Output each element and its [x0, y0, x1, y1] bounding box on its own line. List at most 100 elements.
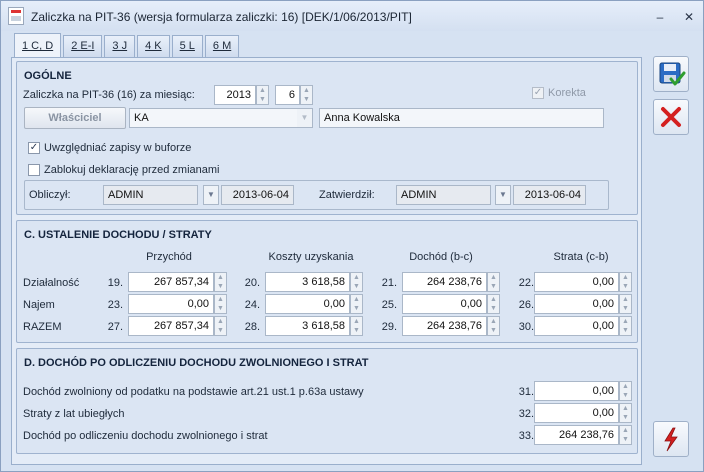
value-spinner[interactable]: ▲ ▼	[487, 316, 500, 336]
approved-date-field[interactable]: 2013-06-04	[513, 185, 586, 205]
tab-2-e-i[interactable]: 2 E-I	[63, 35, 103, 57]
field-number: 23.	[107, 299, 123, 311]
save-button[interactable]	[653, 56, 689, 92]
year-input[interactable]: 2013	[214, 85, 256, 105]
field-number: 30.	[518, 321, 534, 333]
row-label-net-income: Dochód po odliczeniu dochodu zwolnionego…	[23, 430, 268, 442]
header-strata: Strata (c-b)	[553, 251, 609, 263]
dochod-razem[interactable]: 264 238,76	[402, 316, 487, 336]
koszty-dzialalnosc[interactable]: 3 618,58	[265, 272, 350, 292]
value-spinner[interactable]: ▲ ▼	[214, 294, 227, 314]
value-spinner[interactable]: ▲ ▼	[619, 294, 632, 314]
dochod-najem[interactable]: 0,00	[402, 294, 487, 314]
row-label-prior-losses: Straty z lat ubiegłych	[23, 408, 125, 420]
cancel-icon	[661, 107, 681, 127]
field-number: 29.	[381, 321, 397, 333]
save-icon	[659, 62, 686, 86]
value-spinner[interactable]: ▲ ▼	[350, 272, 363, 292]
owner-button[interactable]: Właściciel	[24, 107, 126, 129]
minimize-button[interactable]: –	[653, 10, 667, 24]
calculated-dropdown-icon[interactable]: ▼	[203, 185, 219, 205]
owner-name-field: Anna Kowalska	[319, 108, 604, 128]
calculate-button[interactable]	[653, 421, 689, 457]
month-spinner[interactable]: ▲ ▼	[300, 85, 313, 105]
general-section: OGÓLNE Zaliczka na PIT-36 (16) za miesią…	[16, 61, 638, 215]
przychod-razem[interactable]: 267 857,34	[128, 316, 214, 336]
tab-6-m[interactable]: 6 M	[204, 35, 240, 57]
dialog-window: Zaliczka na PIT-36 (wersja formularza za…	[0, 0, 704, 472]
prior-losses-field[interactable]: 0,00	[534, 403, 619, 423]
korekta-label: Korekta	[548, 87, 586, 99]
strata-dzialalnosc[interactable]: 0,00	[534, 272, 619, 292]
owner-dropdown-icon[interactable]: ▼	[297, 108, 313, 128]
field-number: 19.	[107, 277, 123, 289]
section-d: D. DOCHÓD PO ODLICZENIU DOCHODU ZWOLNION…	[16, 348, 638, 454]
field-number: 26.	[518, 299, 534, 311]
value-spinner[interactable]: ▲ ▼	[487, 294, 500, 314]
calculated-date-field[interactable]: 2013-06-04	[221, 185, 294, 205]
buffer-checkbox[interactable]: ✓	[28, 142, 40, 154]
strata-najem[interactable]: 0,00	[534, 294, 619, 314]
calculated-label: Obliczył:	[29, 189, 71, 201]
value-spinner[interactable]: ▲ ▼	[619, 403, 632, 423]
field-number: 22.	[518, 277, 534, 289]
row-label-dzialalnosc: Działalność	[23, 277, 80, 289]
tab-1-c-d[interactable]: 1 C, D	[14, 33, 62, 57]
net-income-field[interactable]: 264 238,76	[534, 425, 619, 445]
header-koszty: Koszty uzyskania	[268, 251, 354, 263]
header-dochod: Dochód (b-c)	[409, 251, 473, 263]
month-label: Zaliczka na PIT-36 (16) za miesiąc:	[23, 89, 195, 101]
field-number: 32.	[518, 408, 534, 420]
calculated-user-field[interactable]: ADMIN	[103, 185, 198, 205]
value-spinner[interactable]: ▲ ▼	[487, 272, 500, 292]
title-bar[interactable]: Zaliczka na PIT-36 (wersja formularza za…	[1, 1, 703, 31]
field-number: 21.	[381, 277, 397, 289]
approved-dropdown-icon[interactable]: ▼	[495, 185, 511, 205]
tab-strip: 1 C, D 2 E-I 3 J 4 K 5 L 6 M	[14, 33, 241, 57]
value-spinner[interactable]: ▲ ▼	[619, 381, 632, 401]
year-spinner[interactable]: ▲ ▼	[256, 85, 269, 105]
section-c-heading: C. USTALENIE DOCHODU / STRATY	[24, 229, 212, 241]
value-spinner[interactable]: ▲ ▼	[619, 425, 632, 445]
section-d-heading: D. DOCHÓD PO ODLICZENIU DOCHODU ZWOLNION…	[24, 357, 369, 369]
field-number: 31.	[518, 386, 534, 398]
approved-user-field[interactable]: ADMIN	[396, 185, 491, 205]
value-spinner[interactable]: ▲ ▼	[350, 316, 363, 336]
general-heading: OGÓLNE	[24, 70, 72, 82]
row-label-exempt-income: Dochód zwolniony od podatku na podstawie…	[23, 386, 364, 398]
lock-label: Zablokuj deklarację przed zmianami	[44, 164, 220, 176]
window-title: Zaliczka na PIT-36 (wersja formularza za…	[31, 10, 412, 24]
row-label-najem: Najem	[23, 299, 55, 311]
tab-4-k[interactable]: 4 K	[137, 35, 170, 57]
przychod-najem[interactable]: 0,00	[128, 294, 214, 314]
section-c: C. USTALENIE DOCHODU / STRATY Przychód K…	[16, 220, 638, 343]
dochod-dzialalnosc[interactable]: 264 238,76	[402, 272, 487, 292]
month-input[interactable]: 6	[275, 85, 300, 105]
korekta-checkbox[interactable]: ✓	[532, 87, 544, 99]
koszty-razem[interactable]: 3 618,58	[265, 316, 350, 336]
close-button[interactable]: ✕	[682, 10, 696, 24]
field-number: 27.	[107, 321, 123, 333]
strata-razem[interactable]: 0,00	[534, 316, 619, 336]
owner-code-select[interactable]: KA	[129, 108, 301, 128]
buffer-label: Uwzględniać zapisy w buforze	[44, 142, 192, 154]
tab-5-l[interactable]: 5 L	[171, 35, 203, 57]
przychod-dzialalnosc[interactable]: 267 857,34	[128, 272, 214, 292]
field-number: 28.	[244, 321, 260, 333]
app-icon	[8, 7, 24, 25]
lock-checkbox[interactable]	[28, 164, 40, 176]
value-spinner[interactable]: ▲ ▼	[619, 316, 632, 336]
field-number: 25.	[381, 299, 397, 311]
value-spinner[interactable]: ▲ ▼	[214, 272, 227, 292]
tab-3-j[interactable]: 3 J	[104, 35, 136, 57]
approved-label: Zatwierdził:	[319, 189, 375, 201]
value-spinner[interactable]: ▲ ▼	[214, 316, 227, 336]
koszty-najem[interactable]: 0,00	[265, 294, 350, 314]
row-label-razem: RAZEM	[23, 321, 62, 333]
value-spinner[interactable]: ▲ ▼	[350, 294, 363, 314]
exempt-income-field[interactable]: 0,00	[534, 381, 619, 401]
value-spinner[interactable]: ▲ ▼	[619, 272, 632, 292]
field-number: 20.	[244, 277, 260, 289]
field-number: 24.	[244, 299, 260, 311]
cancel-button[interactable]	[653, 99, 689, 135]
